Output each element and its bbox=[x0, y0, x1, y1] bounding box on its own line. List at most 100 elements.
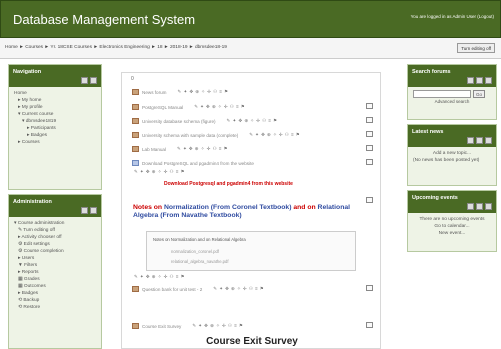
edit-icons[interactable]: ✎ ✦ ✥ ⊕ ✧ ✢ ⚇ ≡ ⚑ bbox=[177, 146, 228, 152]
admin-badges[interactable]: ▸ Badges bbox=[14, 290, 96, 297]
admin-turn-editing-off[interactable]: ✎ Turn editing off bbox=[14, 227, 96, 234]
admin-grades[interactable]: ▦ Grades bbox=[14, 276, 96, 283]
dock-icon[interactable] bbox=[467, 137, 474, 144]
edit-icons[interactable]: ✎ ✦ ✥ ⊕ ✧ ✢ ⚇ ≡ ⚑ bbox=[213, 286, 264, 292]
admin-filters[interactable]: ▼ Filters bbox=[14, 262, 96, 269]
add-topic-link[interactable]: Add a new topic... bbox=[413, 150, 491, 157]
site-title[interactable]: Database Management System bbox=[13, 12, 195, 27]
administration-controls bbox=[81, 207, 97, 214]
edit-icons[interactable]: ✎ ✦ ✥ ⊕ ✧ ✢ ⚇ ≡ ⚑ bbox=[249, 132, 300, 138]
breadcrumb[interactable]: Home ► Courses ► Yr. 18CSE Courses ► Ele… bbox=[5, 45, 227, 50]
completion-icon[interactable] bbox=[366, 145, 373, 151]
search-forums-input[interactable] bbox=[413, 90, 471, 98]
nav-participants[interactable]: ▸ Participants bbox=[14, 125, 96, 132]
go-to-calendar-link[interactable]: Go to calendar... bbox=[413, 223, 491, 230]
nav-current-course[interactable]: ▾ Current course bbox=[14, 111, 96, 118]
admin-course-completion[interactable]: ⚙ Course completion bbox=[14, 248, 96, 255]
activity-news-forum[interactable]: News forum ✎ ✦ ✥ ⊕ ✧ ✢ ⚇ ≡ ⚑ bbox=[132, 88, 229, 96]
upcoming-events-block: Upcoming events There are no upcoming ev… bbox=[407, 190, 497, 252]
move-icon[interactable] bbox=[476, 137, 483, 144]
activity-label[interactable]: University database schema (figure) bbox=[142, 119, 216, 124]
activity-course-exit-survey[interactable]: Course Exit Survey ✎ ✦ ✥ ⊕ ✧ ✢ ⚇ ≡ ⚑ bbox=[132, 322, 243, 330]
folder-file-normalization[interactable]: normalization_coronel.pdf bbox=[171, 249, 219, 254]
upcoming-events-body: There are no upcoming events Go to calen… bbox=[408, 213, 496, 240]
login-info[interactable]: You are logged in as Admin User (Logout) bbox=[411, 14, 494, 19]
activity-label[interactable]: Course Exit Survey bbox=[142, 324, 181, 329]
activity-university-schema-data[interactable]: University schema with sample data (comp… bbox=[132, 131, 300, 139]
file-icon bbox=[132, 146, 139, 152]
dock-icon[interactable] bbox=[81, 207, 88, 214]
admin-edit-settings[interactable]: ⚙ Edit settings bbox=[14, 241, 96, 248]
no-events-text: There are no upcoming events bbox=[419, 217, 485, 222]
activity-label[interactable]: Lab Manual bbox=[142, 147, 166, 152]
activity-label[interactable]: University schema with sample data (comp… bbox=[142, 133, 238, 138]
dock-icon[interactable] bbox=[467, 77, 474, 84]
activity-label[interactable]: Question bank for unit test - 2 bbox=[142, 287, 202, 292]
folder-file-relational-algebra[interactable]: relational_algebra_navathe.pdf bbox=[171, 259, 229, 264]
activity-lab-manual[interactable]: Lab Manual ✎ ✦ ✥ ⊕ ✧ ✢ ⚇ ≡ ⚑ bbox=[132, 145, 228, 153]
completion-icon[interactable] bbox=[366, 103, 373, 109]
activity-label[interactable]: News forum bbox=[142, 90, 167, 95]
activity-university-schema-figure[interactable]: University database schema (figure) ✎ ✦ … bbox=[132, 117, 278, 125]
folder-title[interactable]: Notes on Normalization and on Relational… bbox=[153, 237, 246, 242]
turn-editing-off-button[interactable]: Turn editing off bbox=[457, 43, 495, 53]
dock-icon[interactable] bbox=[467, 203, 474, 210]
completion-icon[interactable] bbox=[366, 322, 373, 328]
activity-postgresql-manual[interactable]: PostgreSQL Manual ✎ ✦ ✥ ⊕ ✧ ✢ ⚇ ≡ ⚑ bbox=[132, 103, 245, 111]
completion-icon[interactable] bbox=[366, 159, 373, 165]
admin-reports[interactable]: ▸ Reports bbox=[14, 269, 96, 276]
admin-backup[interactable]: ⟲ Backup bbox=[14, 297, 96, 304]
move-icon[interactable] bbox=[90, 207, 97, 214]
main-content: 0 News forum ✎ ✦ ✥ ⊕ ✧ ✢ ⚇ ≡ ⚑ PostgreSQ… bbox=[121, 72, 381, 349]
dock-icon[interactable] bbox=[81, 77, 88, 84]
notes-normalization: Normalization (From Coronel Textbook) bbox=[163, 204, 292, 211]
completion-icon[interactable] bbox=[366, 197, 373, 203]
admin-activity-chooser[interactable]: ▸ Activity chooser off bbox=[14, 234, 96, 241]
search-forums-controls bbox=[467, 77, 492, 84]
admin-course-administration[interactable]: ▾ Course administration bbox=[14, 220, 96, 227]
nav-course[interactable]: ▾ dbmsdee1819 bbox=[14, 118, 96, 125]
no-news-text: (No news has been posted yet) bbox=[413, 158, 480, 163]
new-event-link[interactable]: New event... bbox=[413, 230, 491, 237]
latest-news-block: Latest news Add a new topic... (No news … bbox=[407, 124, 497, 186]
section-zero-marker: 0 bbox=[131, 76, 134, 82]
edit-icons[interactable]: ✎ ✦ ✥ ⊕ ✧ ✢ ⚇ ≡ ⚑ bbox=[134, 274, 185, 280]
configure-icon[interactable] bbox=[485, 77, 492, 84]
nav-badges[interactable]: ▸ Badges bbox=[14, 132, 96, 139]
nav-home[interactable]: Home bbox=[14, 90, 96, 97]
file-icon bbox=[132, 104, 139, 110]
nav-my-profile[interactable]: ▸ My profile bbox=[14, 104, 96, 111]
navigation-block: Navigation Home ▸ My home ▸ My profile ▾… bbox=[8, 64, 102, 190]
nav-my-home[interactable]: ▸ My home bbox=[14, 97, 96, 104]
navigation-title: Navigation bbox=[9, 65, 101, 87]
admin-restore[interactable]: ⟲ Restore bbox=[14, 304, 96, 311]
edit-icons[interactable]: ✎ ✦ ✥ ⊕ ✧ ✢ ⚇ ≡ ⚑ bbox=[194, 104, 245, 110]
download-postgresql-link[interactable]: Download Postgresql and pgadmin4 from th… bbox=[164, 181, 293, 187]
navigation-title-text: Navigation bbox=[13, 69, 42, 75]
edit-icons[interactable]: ✎ ✦ ✥ ⊕ ✧ ✢ ⚇ ≡ ⚑ bbox=[178, 89, 229, 95]
search-forums-title: Search forums bbox=[408, 65, 496, 87]
admin-outcomes[interactable]: ▦ Outcomes bbox=[14, 283, 96, 290]
edit-icons[interactable]: ✎ ✦ ✥ ⊕ ✧ ✢ ⚇ ≡ ⚑ bbox=[192, 323, 243, 329]
edit-icons[interactable]: ✎ ✦ ✥ ⊕ ✧ ✢ ⚇ ≡ ⚑ bbox=[227, 118, 278, 124]
admin-users[interactable]: ▸ Users bbox=[14, 255, 96, 262]
nav-courses[interactable]: ▸ Courses bbox=[14, 139, 96, 146]
go-button[interactable]: Go bbox=[473, 90, 486, 98]
activity-label[interactable]: Download PostgreSQL and pgadmin4 from th… bbox=[142, 161, 254, 166]
edit-icons[interactable]: ✎ ✦ ✥ ⊕ ✧ ✢ ⚇ ≡ ⚑ bbox=[134, 169, 185, 175]
move-icon[interactable] bbox=[476, 203, 483, 210]
completion-icon[interactable] bbox=[366, 117, 373, 123]
completion-icon[interactable] bbox=[366, 285, 373, 291]
advanced-search-link[interactable]: Advanced search bbox=[413, 98, 491, 105]
latest-news-title: Latest news bbox=[408, 125, 496, 147]
move-icon[interactable] bbox=[476, 77, 483, 84]
activity-question-bank[interactable]: Question bank for unit test - 2 ✎ ✦ ✥ ⊕ … bbox=[132, 285, 264, 293]
move-icon[interactable] bbox=[90, 77, 97, 84]
configure-icon[interactable] bbox=[485, 137, 492, 144]
administration-list: ▾ Course administration ✎ Turn editing o… bbox=[9, 217, 101, 314]
activity-download-postgresql[interactable]: Download PostgreSQL and pgadmin4 from th… bbox=[132, 159, 254, 167]
navigation-controls bbox=[81, 77, 97, 84]
configure-icon[interactable] bbox=[485, 203, 492, 210]
completion-icon[interactable] bbox=[366, 131, 373, 137]
activity-label[interactable]: PostgreSQL Manual bbox=[142, 105, 183, 110]
